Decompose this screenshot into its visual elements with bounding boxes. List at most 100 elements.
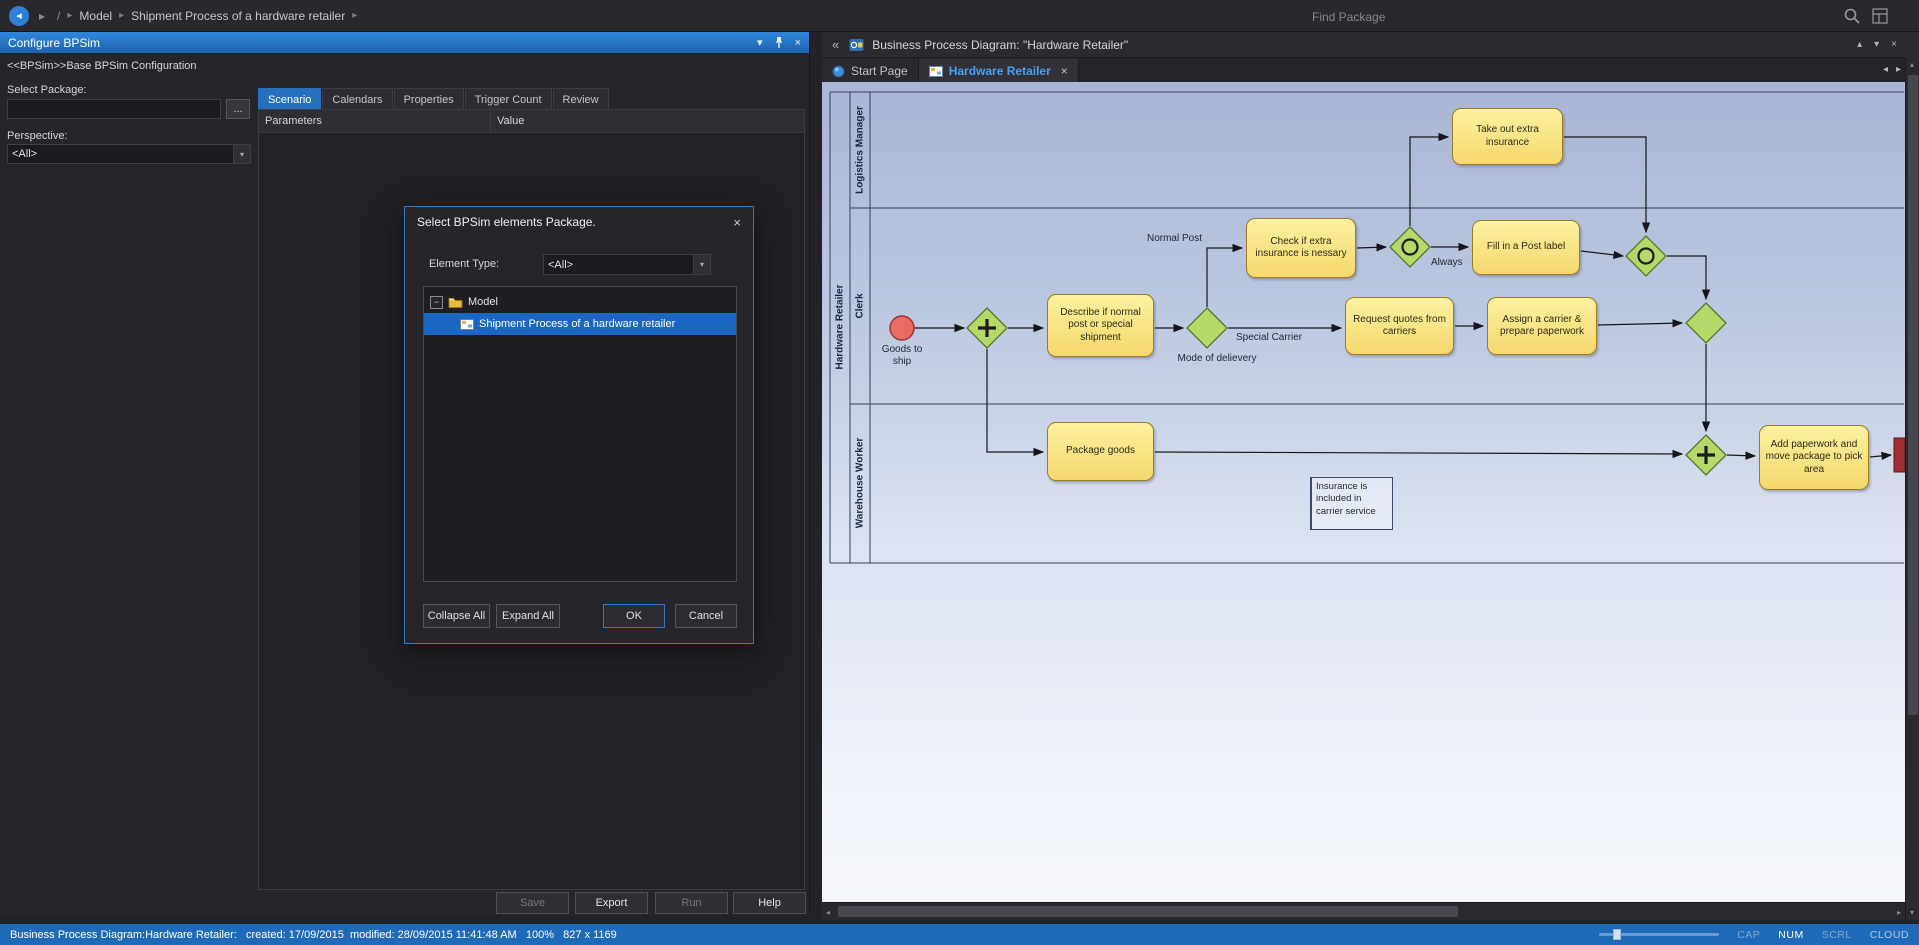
task-check-extra-insurance[interactable]: Check if extra insurance is nessary — [1246, 218, 1356, 278]
perspective-dropdown[interactable]: <All> ▾ — [7, 144, 251, 164]
tree-node-package-selected[interactable]: Shipment Process of a hardware retailer — [424, 313, 736, 335]
task-package-goods[interactable]: Package goods — [1047, 422, 1154, 481]
tab-start-page[interactable]: Start Page — [822, 59, 919, 83]
tab-scenario[interactable]: Scenario — [258, 88, 321, 110]
diagram-icon — [460, 319, 474, 330]
close-icon[interactable]: × — [733, 215, 741, 230]
task-describe-shipment[interactable]: Describe if normal post or special shipm… — [1047, 294, 1154, 357]
flow-label-always: Always — [1431, 257, 1463, 269]
zoom-slider[interactable] — [1599, 933, 1719, 936]
task-take-out-insurance[interactable]: Take out extra insurance — [1452, 108, 1563, 165]
status-bar: Business Process Diagram:Hardware Retail… — [0, 924, 1919, 945]
nav-forward-button[interactable]: ▸ — [39, 9, 45, 23]
crumb-sep-icon: ▸ — [119, 10, 124, 21]
scroll-up-icon[interactable]: ▴ — [1857, 39, 1862, 50]
start-page-icon — [832, 65, 845, 78]
element-type-value: <All> — [544, 259, 693, 271]
scroll-down-icon[interactable]: ▾ — [1874, 39, 1879, 50]
diagram-canvas[interactable]: Hardware Retailer Logistics Manager Cler… — [822, 82, 1905, 902]
exclusive-gateway-mode-of-delivery[interactable] — [1187, 308, 1227, 348]
element-type-label: Element Type: — [429, 258, 499, 270]
window-menu-icon[interactable]: ▾ — [757, 36, 763, 49]
parameters-table-header: Parameters Value — [259, 110, 804, 133]
export-button[interactable]: Export — [575, 892, 648, 914]
clipped-element-right-edge[interactable] — [1894, 438, 1905, 472]
dialog-title-bar[interactable]: Select BPSim elements Package. × — [405, 207, 753, 237]
save-button[interactable]: Save — [496, 892, 569, 914]
note-insurance-included[interactable]: Insurance is included in carrier service — [1310, 477, 1393, 530]
element-type-dropdown[interactable]: <All> ▾ — [543, 254, 711, 275]
back-icon: ◂ — [16, 9, 22, 22]
vertical-scroll-thumb[interactable] — [1908, 75, 1918, 715]
bpsim-title-bar[interactable]: Configure BPSim ▾ × — [0, 32, 809, 53]
collapse-all-button[interactable]: Collapse All — [423, 604, 490, 628]
grid-icon[interactable] — [1871, 7, 1889, 25]
tab-trigger-count[interactable]: Trigger Count — [465, 88, 552, 110]
tab-review[interactable]: Review — [553, 88, 609, 110]
diagram-panel: « Business Process Diagram: "Hardware Re… — [822, 32, 1919, 920]
close-icon[interactable]: × — [795, 37, 801, 49]
bpmn-diagram-icon — [849, 38, 864, 52]
status-text: Business Process Diagram:Hardware Retail… — [10, 929, 617, 941]
horizontal-scrollbar[interactable]: ◂ ▸ — [822, 902, 1905, 920]
breadcrumb-slash: / — [57, 9, 60, 23]
column-value[interactable]: Value — [491, 115, 804, 127]
crumb-sep-icon: ▸ — [67, 10, 72, 21]
diagram-window-title: Business Process Diagram: "Hardware Reta… — [872, 38, 1128, 52]
tab-scroll-left-icon[interactable]: ◂ — [1883, 64, 1888, 75]
select-package-label: Select Package: — [7, 84, 87, 96]
task-assign-carrier[interactable]: Assign a carrier & prepare paperwork — [1487, 297, 1597, 355]
main-toolbar: ◂ ▸ / ▸ Model ▸ Shipment Process of a ha… — [0, 0, 1919, 32]
nav-back-button[interactable]: ◂ — [9, 6, 29, 26]
breadcrumb-package[interactable]: Shipment Process of a hardware retailer — [131, 9, 345, 23]
zoom-slider-handle[interactable] — [1613, 929, 1621, 940]
browse-package-button[interactable]: ... — [226, 99, 250, 119]
bpsim-tab-strip: Scenario Calendars Properties Trigger Co… — [258, 88, 609, 110]
scroll-lock-indicator: SCRL — [1822, 929, 1852, 941]
tab-hardware-retailer[interactable]: Hardware Retailer × — [919, 59, 1079, 83]
close-tab-icon[interactable]: × — [1061, 64, 1068, 78]
help-button[interactable]: Help — [733, 892, 806, 914]
start-event-goods-to-ship[interactable] — [890, 316, 914, 340]
scroll-up-icon[interactable]: ▴ — [1910, 60, 1914, 69]
application-window: ◂ ▸ / ▸ Model ▸ Shipment Process of a ha… — [0, 0, 1919, 945]
tree-collapse-icon[interactable]: − — [430, 296, 443, 309]
tree-node-model[interactable]: − Model — [424, 291, 736, 313]
task-request-quotes[interactable]: Request quotes from carriers — [1345, 297, 1454, 355]
dialog-title: Select BPSim elements Package. — [417, 215, 596, 229]
find-package-input[interactable] — [1310, 6, 1814, 28]
pin-icon[interactable] — [773, 36, 785, 49]
tab-calendars[interactable]: Calendars — [322, 88, 392, 110]
run-button[interactable]: Run — [655, 892, 728, 914]
ok-button[interactable]: OK — [603, 604, 665, 628]
collapse-panel-icon[interactable]: « — [832, 37, 839, 52]
lane-clerk: Clerk — [855, 293, 866, 318]
tab-properties[interactable]: Properties — [394, 88, 464, 110]
close-icon[interactable]: × — [1891, 39, 1897, 50]
expand-all-button[interactable]: Expand All — [496, 604, 560, 628]
bpsim-configuration-label: <<BPSim>>Base BPSim Configuration — [7, 60, 197, 72]
flow-label-special-carrier: Special Carrier — [1236, 332, 1302, 344]
scroll-right-icon[interactable]: ▸ — [1897, 908, 1901, 917]
package-input[interactable] — [7, 99, 221, 119]
pool-label: Hardware Retailer — [835, 284, 846, 369]
task-add-paperwork[interactable]: Add paperwork and move package to pick a… — [1759, 425, 1869, 490]
task-fill-post-label[interactable]: Fill in a Post label — [1472, 220, 1580, 275]
cancel-button[interactable]: Cancel — [675, 604, 737, 628]
tree-node-label: Model — [468, 296, 498, 308]
exclusive-gateway-merge[interactable] — [1686, 303, 1726, 343]
tab-scroll-right-icon[interactable]: ▸ — [1896, 64, 1901, 75]
scroll-left-icon[interactable]: ◂ — [826, 908, 830, 917]
caps-lock-indicator: CAP — [1737, 929, 1760, 941]
vertical-scrollbar[interactable]: ▴ ▾ — [1905, 57, 1919, 920]
breadcrumb-model[interactable]: Model — [79, 9, 112, 23]
scroll-down-icon[interactable]: ▾ — [1910, 908, 1914, 917]
horizontal-scroll-thumb[interactable] — [838, 906, 1458, 917]
inclusive-gateway-merge[interactable] — [1626, 236, 1666, 276]
num-lock-indicator: NUM — [1778, 929, 1803, 941]
search-icon[interactable] — [1843, 7, 1861, 25]
gateway-label-mode-of-delivery: Mode of delievery — [1167, 353, 1267, 365]
inclusive-gateway-insurance[interactable] — [1390, 227, 1430, 267]
column-parameters[interactable]: Parameters — [259, 110, 491, 132]
package-tree: − Model Shipment Process of a hardware r… — [423, 286, 737, 582]
